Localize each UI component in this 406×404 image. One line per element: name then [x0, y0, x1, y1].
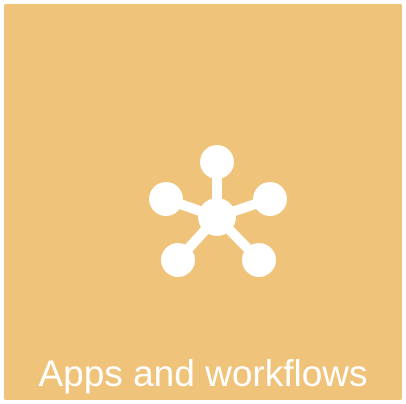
- apps-and-workflows-tile[interactable]: Apps and workflows: [4, 4, 402, 400]
- network-hub-icon: [145, 144, 290, 277]
- tile-label: Apps and workflows: [38, 353, 368, 394]
